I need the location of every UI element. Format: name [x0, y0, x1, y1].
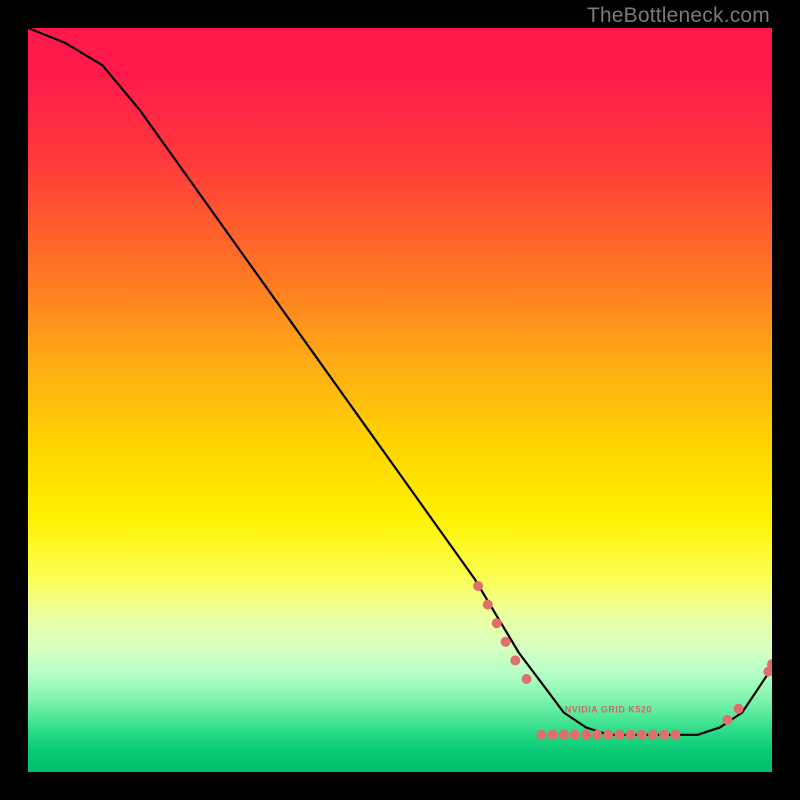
data-point — [522, 674, 532, 684]
data-point — [592, 730, 602, 740]
data-point — [734, 704, 744, 714]
data-point — [483, 600, 493, 610]
data-point — [581, 730, 591, 740]
chart-markers — [473, 581, 772, 740]
data-point — [637, 730, 647, 740]
attribution-text: TheBottleneck.com — [587, 4, 770, 28]
chart-frame: NVIDIA GRID K520 TheBottleneck.com — [0, 0, 800, 800]
chart-svg: NVIDIA GRID K520 — [28, 28, 772, 772]
data-point — [473, 581, 483, 591]
series-label: NVIDIA GRID K520 — [565, 705, 652, 715]
data-point — [501, 637, 511, 647]
data-point — [510, 655, 520, 665]
data-point — [659, 730, 669, 740]
data-point — [603, 730, 613, 740]
data-point — [570, 730, 580, 740]
chart-curve — [28, 28, 772, 735]
chart-plot-area: NVIDIA GRID K520 — [28, 28, 772, 772]
data-point — [559, 730, 569, 740]
data-point — [626, 730, 636, 740]
data-point — [492, 618, 502, 628]
data-point — [722, 715, 732, 725]
data-point — [536, 730, 546, 740]
data-point — [548, 730, 558, 740]
data-point — [670, 730, 680, 740]
data-point — [615, 730, 625, 740]
data-point — [648, 730, 658, 740]
